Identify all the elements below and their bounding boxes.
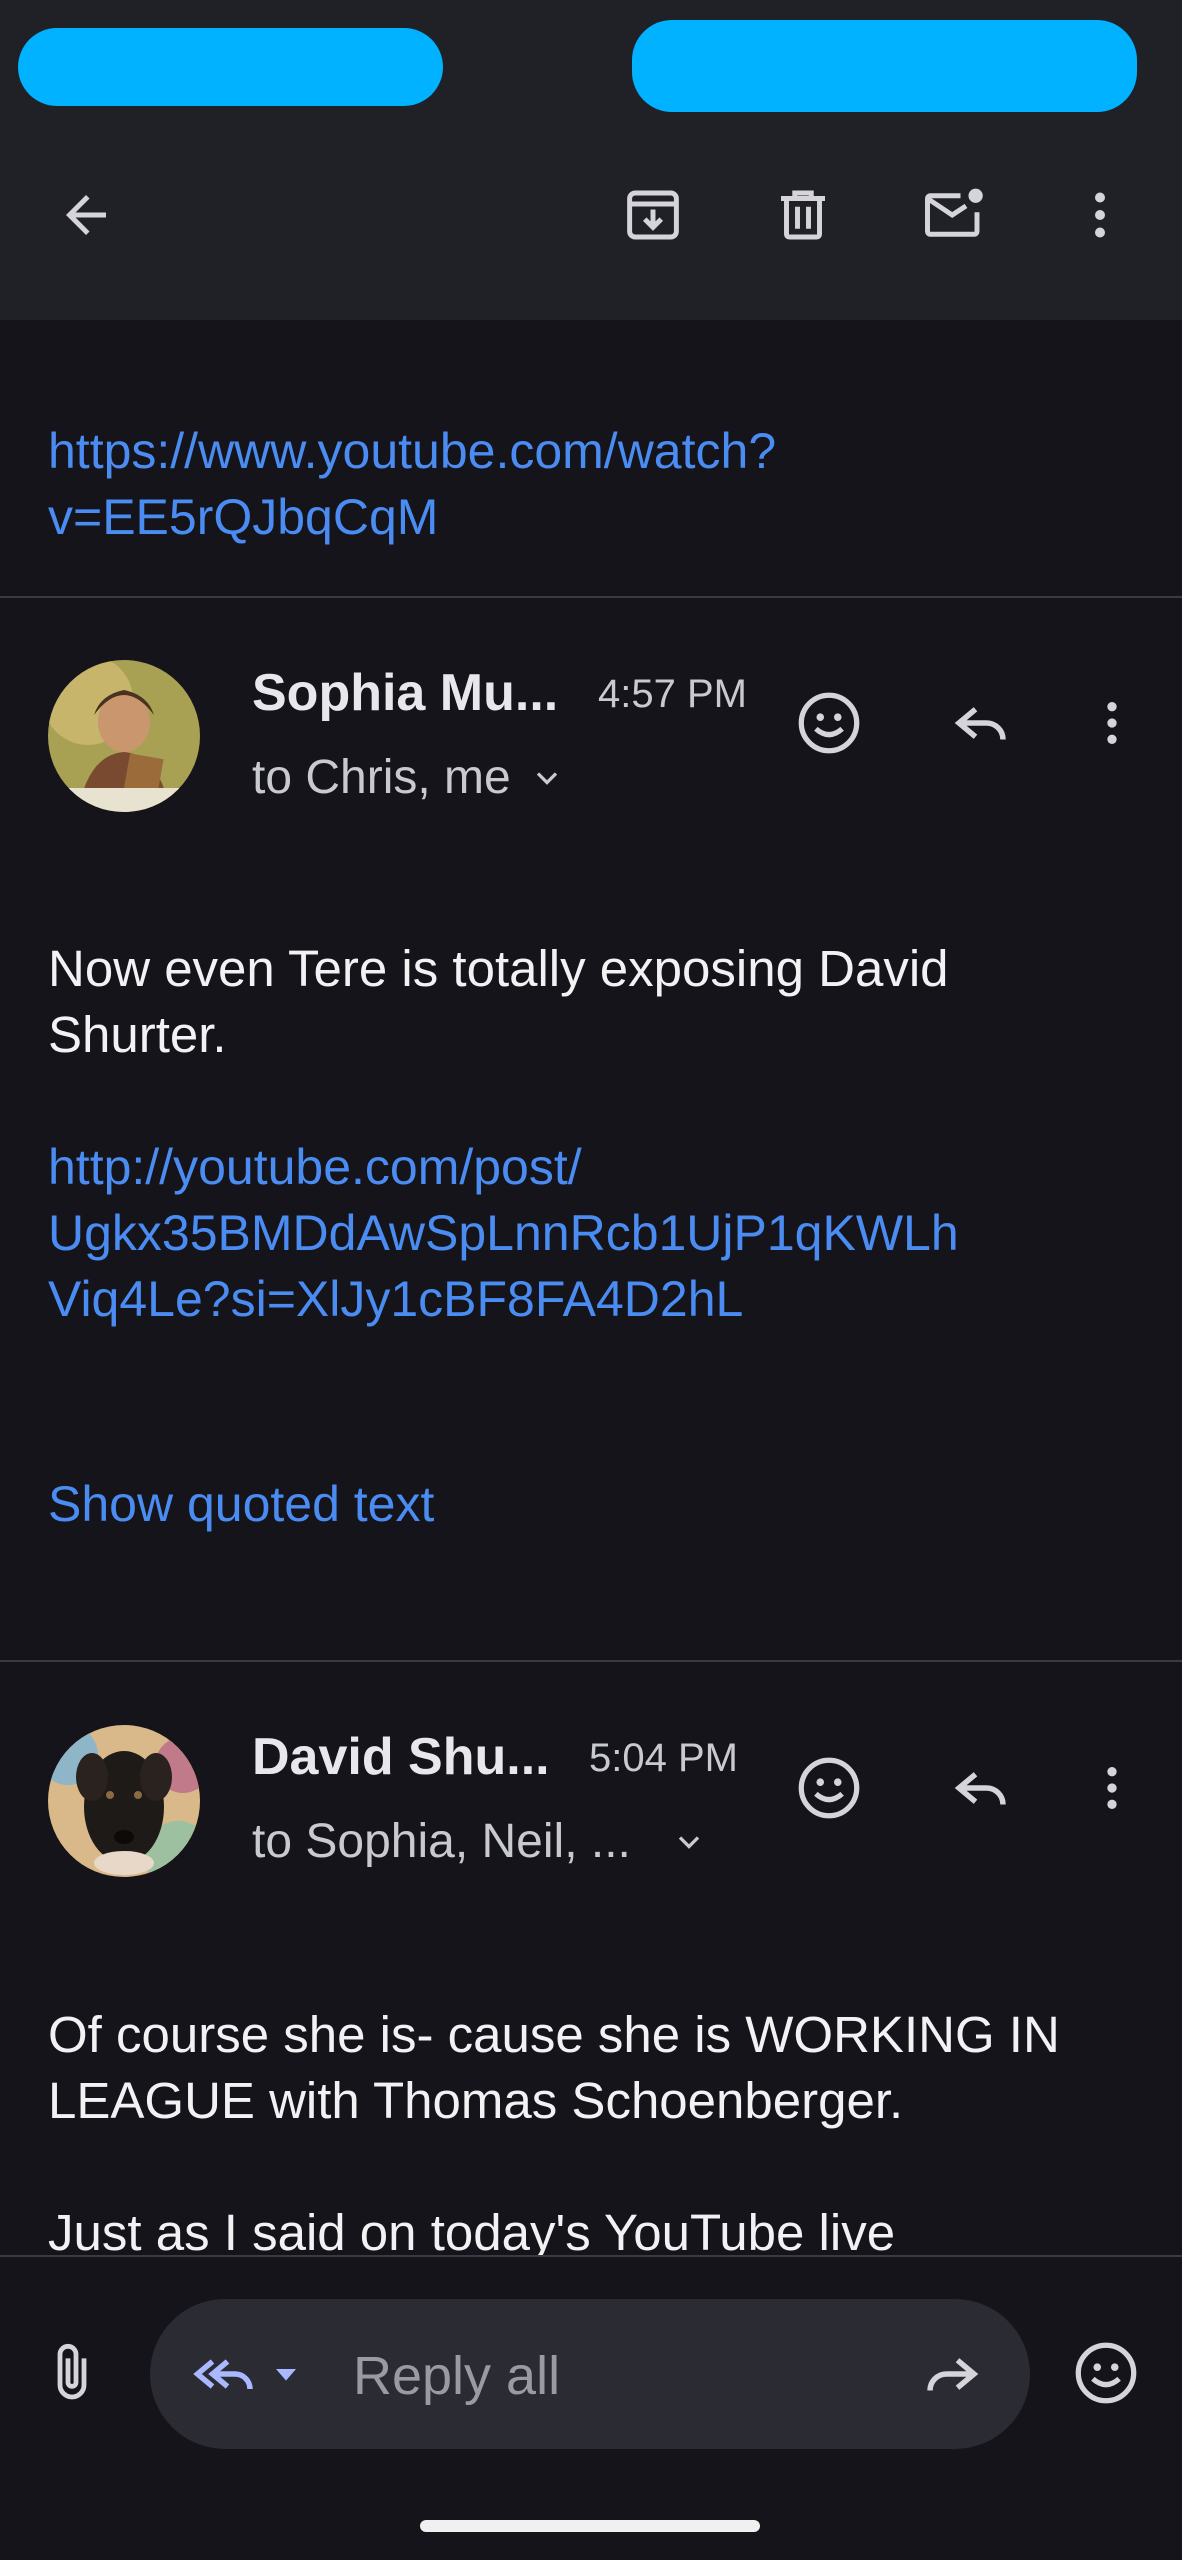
link-line[interactable]: Viq4Le?si=XlJy1cBF8FA4D2hL xyxy=(48,1266,959,1332)
reply-all-icon xyxy=(193,2359,253,2390)
trash-icon xyxy=(781,190,825,240)
delete-button[interactable] xyxy=(753,165,853,265)
avatar-dog-image xyxy=(48,1725,200,1877)
status-bar xyxy=(0,0,1182,130)
react-button[interactable] xyxy=(779,673,879,773)
recipients: to Sophia, Neil, ... xyxy=(252,1815,631,1868)
back-button[interactable] xyxy=(36,165,136,265)
message-link[interactable]: http://youtube.com/post/ Ugkx35BMDdAwSpL… xyxy=(48,1134,959,1332)
recipients: to Chris, me xyxy=(252,751,511,804)
link-line[interactable]: v=EE5rQJbqCqM xyxy=(48,484,776,550)
emoji-icon xyxy=(798,1757,860,1819)
recipients-toggle[interactable]: to Chris, me xyxy=(252,750,565,805)
archive-button[interactable] xyxy=(603,165,703,265)
avatar[interactable] xyxy=(48,660,200,812)
message-more-button[interactable] xyxy=(1062,673,1162,773)
reply-all-field[interactable]: Reply all xyxy=(150,2299,1030,2449)
link-line[interactable]: http://youtube.com/post/ xyxy=(48,1134,959,1200)
reply-icon xyxy=(954,707,1006,740)
reply-button[interactable] xyxy=(931,673,1031,773)
recipients-toggle[interactable]: to Sophia, Neil, ... xyxy=(252,1814,707,1869)
chevron-down-icon xyxy=(678,1835,700,1849)
dropdown-arrow-icon xyxy=(276,2369,296,2381)
reply-icon xyxy=(954,1772,1006,1805)
message-body-continued: Just as I said on today's YouTube live xyxy=(48,2204,896,2255)
sender-name: David Shu... xyxy=(252,1728,550,1786)
thread-content: https://www.youtube.com/watch? v=EE5rQJb… xyxy=(0,320,1182,2255)
avatar[interactable] xyxy=(48,1725,200,1877)
link-line[interactable]: Ugkx35BMDdAwSpLnnRcb1UjP1qKWLh xyxy=(48,1200,959,1266)
previous-message-link[interactable]: https://www.youtube.com/watch? v=EE5rQJb… xyxy=(48,418,776,550)
message-body: Of course she is- cause she is WORKING I… xyxy=(48,2006,1060,2129)
forward-icon xyxy=(927,2358,979,2391)
link-line[interactable]: https://www.youtube.com/watch? xyxy=(48,418,776,484)
avatar-portrait-image xyxy=(48,660,200,812)
more-vert-icon xyxy=(1107,702,1117,744)
arrow-left-icon xyxy=(66,195,106,235)
mark-unread-button[interactable] xyxy=(905,165,1005,265)
mail-unread-icon xyxy=(925,188,983,237)
react-button[interactable] xyxy=(779,1738,879,1838)
attach-button[interactable] xyxy=(22,2323,122,2423)
message-time: 5:04 PM xyxy=(589,1736,738,1780)
more-vert-icon xyxy=(1095,192,1105,238)
show-quoted-text-link[interactable]: Show quoted text xyxy=(48,1475,434,1533)
reply-bar: Reply all xyxy=(0,2255,1182,2560)
reply-button[interactable] xyxy=(931,1738,1031,1838)
message-time: 4:57 PM xyxy=(598,672,747,716)
more-options-button[interactable] xyxy=(1050,165,1150,265)
emoji-icon xyxy=(798,692,860,754)
archive-icon xyxy=(627,190,679,240)
emoji-icon xyxy=(1075,2342,1137,2404)
message-more-button[interactable] xyxy=(1062,1738,1162,1838)
reply-mode-selector[interactable] xyxy=(190,2341,306,2407)
message-divider xyxy=(0,596,1182,598)
reply-all-placeholder: Reply all xyxy=(353,2346,561,2406)
message-body: Now even Tere is totally exposing David … xyxy=(48,940,949,1063)
home-indicator[interactable] xyxy=(420,2520,760,2532)
message-divider xyxy=(0,1660,1182,1662)
redaction-left xyxy=(18,28,443,106)
chevron-down-icon xyxy=(536,771,557,785)
paperclip-icon xyxy=(57,2344,87,2400)
emoji-button[interactable] xyxy=(1056,2323,1156,2423)
sender-name: Sophia Mu... xyxy=(252,664,559,722)
more-vert-icon xyxy=(1107,1767,1117,1809)
redaction-right xyxy=(632,20,1137,112)
toolbar xyxy=(0,130,1182,320)
forward-button[interactable] xyxy=(902,2324,1002,2424)
